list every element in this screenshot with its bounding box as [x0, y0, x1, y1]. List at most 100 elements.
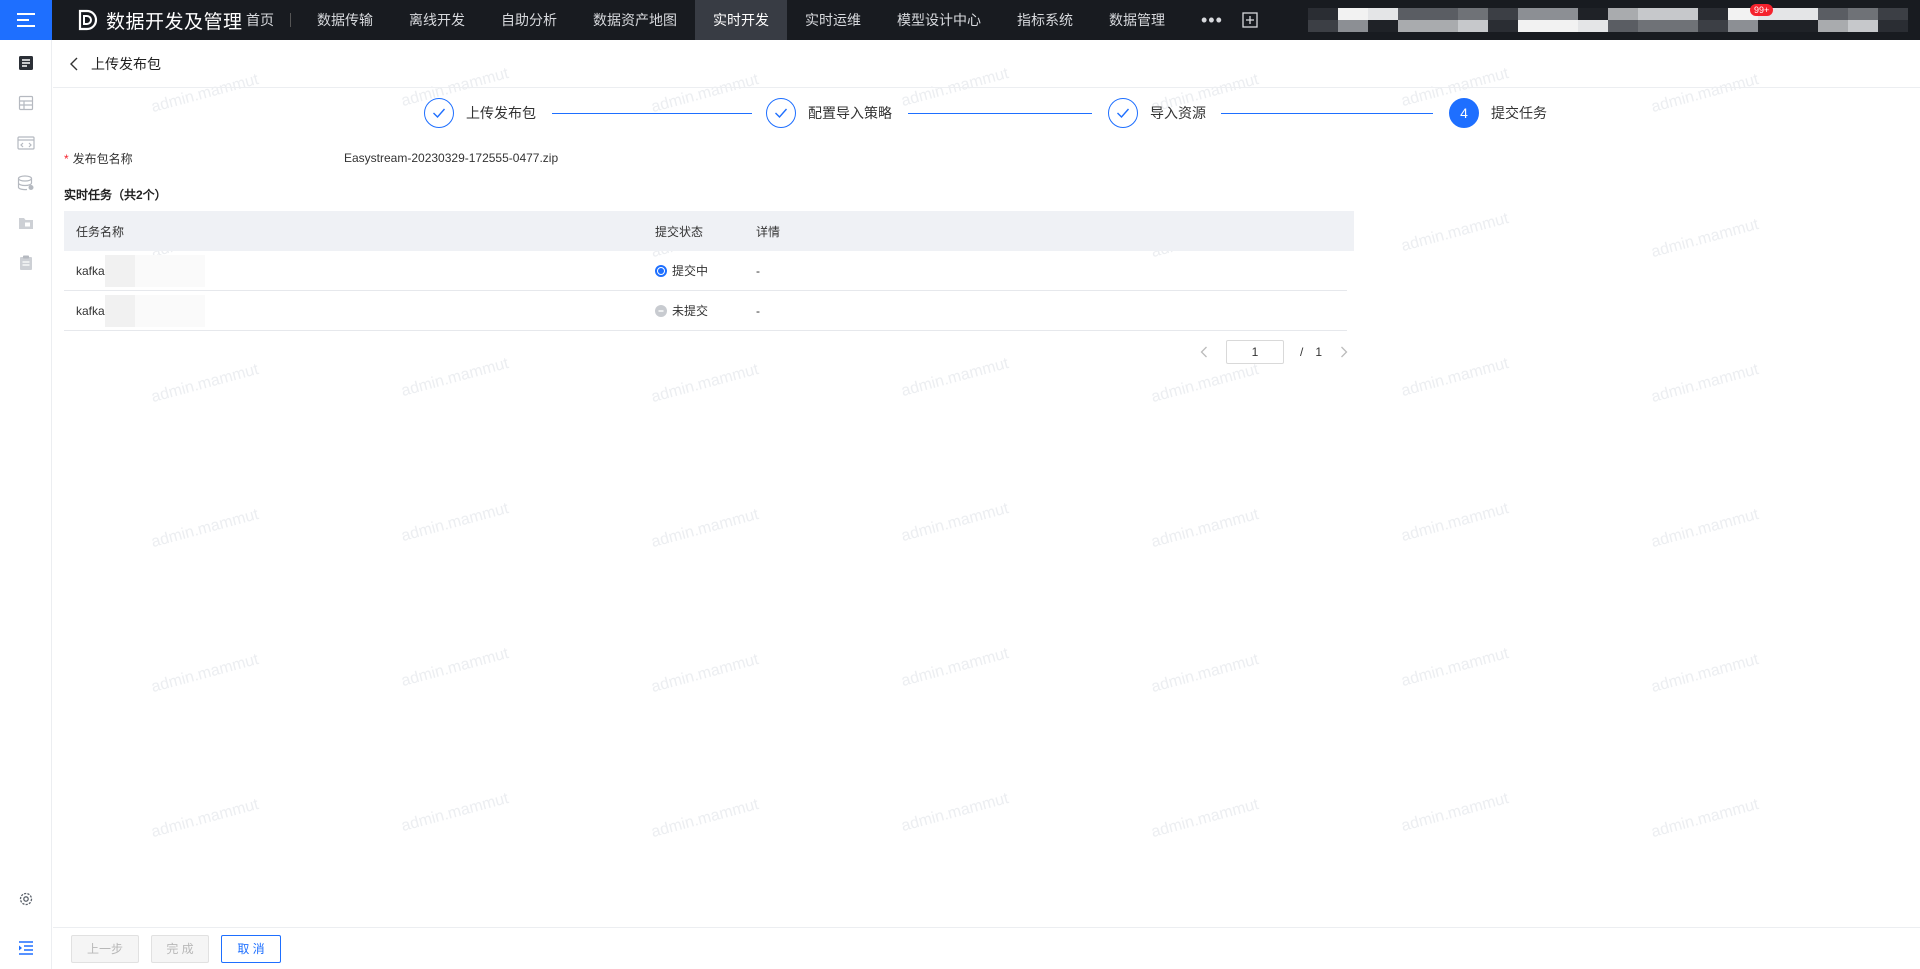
back-arrow-icon[interactable] [69, 56, 85, 72]
watermark-text: admin.mammut [149, 796, 261, 841]
watermark-text: admin.mammut [1149, 506, 1261, 551]
nav-item-offline-dev[interactable]: 离线开发 [391, 0, 483, 40]
app-title: 数据开发及管理 [106, 11, 243, 33]
folder-icon[interactable] [17, 214, 35, 232]
redacted-pixel [1428, 20, 1458, 32]
task-list-icon[interactable] [17, 54, 35, 72]
redacted-pixel [1428, 8, 1458, 20]
redacted-text [104, 294, 205, 327]
code-window-icon[interactable] [17, 134, 35, 152]
database-icon[interactable] [17, 174, 35, 192]
nav-item-data-transfer[interactable]: 数据传输 [299, 0, 391, 40]
redacted-pixel [1848, 20, 1878, 32]
redacted-pixel [1638, 20, 1668, 32]
watermark-text: admin.mammut [149, 361, 261, 406]
watermark-text: admin.mammut [899, 790, 1011, 835]
check-icon [424, 98, 454, 128]
finish-button[interactable]: 完 成 [151, 934, 209, 963]
detail-text: - [756, 263, 760, 278]
redacted-pixel [1878, 8, 1908, 20]
redacted-pixel [1338, 8, 1368, 20]
watermark-text: admin.mammut [1649, 651, 1761, 696]
required-mark: * [64, 151, 69, 166]
redacted-pixel [1698, 8, 1728, 20]
step-label: 上传发布包 [466, 105, 536, 121]
watermark-text: admin.mammut [1399, 210, 1511, 255]
expand-icon[interactable] [1241, 11, 1259, 29]
watermark-text: admin.mammut [399, 355, 511, 400]
step-label: 提交任务 [1491, 105, 1547, 121]
package-name-label: 发布包名称 [72, 152, 133, 166]
prev-step-button[interactable]: 上一步 [71, 934, 139, 963]
watermark-text: admin.mammut [649, 651, 761, 696]
redacted-pixel [1788, 8, 1818, 20]
detail-text: - [756, 303, 760, 318]
redacted-pixel [1668, 8, 1698, 20]
nav-item-home[interactable]: 首页 [232, 0, 286, 40]
watermark-text: admin.mammut [149, 651, 261, 696]
redacted-pixel [1848, 8, 1878, 20]
redacted-pixel [1548, 8, 1578, 20]
next-page-icon[interactable] [1336, 344, 1352, 360]
task-table: 任务名称 提交状态 详情 kafka 提交中 - kafka 未提交 - [64, 211, 1354, 331]
redacted-pixel [1638, 8, 1668, 20]
column-header-detail: 详情 [756, 224, 781, 239]
table-row[interactable]: kafka 提交中 - [64, 251, 1347, 291]
redacted-pixel [1458, 20, 1488, 32]
redacted-pixel [1608, 20, 1638, 32]
minus-circle-icon [655, 304, 667, 317]
app-logo[interactable]: 数据开发及管理 [76, 0, 243, 40]
redacted-pixel [1308, 20, 1338, 32]
task-name: kafka [76, 263, 105, 278]
nav-item-asset-map[interactable]: 数据资产地图 [575, 0, 695, 40]
table-row[interactable]: kafka 未提交 - [64, 291, 1347, 331]
watermark-text: admin.mammut [899, 500, 1011, 545]
nav-more-button[interactable]: ••• [1183, 0, 1239, 40]
page-total: 1 [1315, 345, 1323, 359]
redacted-text [104, 254, 205, 287]
redacted-pixel [1818, 20, 1848, 32]
redacted-pixel [1518, 20, 1548, 32]
collapse-menu-icon[interactable] [17, 939, 35, 957]
redacted-user-area [1308, 8, 1908, 32]
watermark-text: admin.mammut [1649, 506, 1761, 551]
watermark-text: admin.mammut [1149, 361, 1261, 406]
redacted-pixel [1308, 8, 1338, 20]
page-separator: / [1300, 345, 1304, 359]
watermark-text: admin.mammut [399, 500, 511, 545]
redacted-pixel [1488, 8, 1518, 20]
nav-item-model-design[interactable]: 模型设计中心 [879, 0, 999, 40]
redacted-pixel [1578, 8, 1608, 20]
nav-item-realtime-dev[interactable]: 实时开发 [695, 0, 787, 40]
notification-badge: 99+ [1750, 4, 1774, 16]
settings-gear-icon[interactable] [17, 890, 35, 908]
top-navigation-bar: 数据开发及管理 首页 数据传输 离线开发 自助分析 数据资产地图 实时开发 实时… [0, 0, 1920, 40]
nav-item-realtime-ops[interactable]: 实时运维 [787, 0, 879, 40]
table-icon[interactable] [17, 94, 35, 112]
prev-page-icon[interactable] [1196, 344, 1212, 360]
page-number-input[interactable] [1226, 340, 1284, 364]
clipboard-icon[interactable] [17, 254, 35, 272]
nav-divider [290, 13, 291, 27]
nav-item-self-analysis[interactable]: 自助分析 [483, 0, 575, 40]
watermark-text: admin.mammut [899, 645, 1011, 690]
watermark-text: admin.mammut [1649, 796, 1761, 841]
watermark-text: admin.mammut [649, 506, 761, 551]
step-upload: 上传发布包 [424, 98, 536, 128]
watermark-text: admin.mammut [1399, 355, 1511, 400]
menu-toggle-button[interactable] [0, 0, 52, 40]
watermark-text: admin.mammut [1649, 361, 1761, 406]
watermark-text: admin.mammut [1649, 216, 1761, 261]
step-connector [908, 113, 1092, 114]
logo-icon [78, 9, 98, 31]
cancel-button[interactable]: 取 消 [221, 934, 281, 963]
task-name: kafka [76, 303, 105, 318]
nav-item-metrics[interactable]: 指标系统 [999, 0, 1091, 40]
section-title: 实时任务（共2个） [64, 188, 167, 202]
redacted-pixel [1698, 20, 1728, 32]
redacted-pixel [1518, 8, 1548, 20]
nav-item-data-management[interactable]: 数据管理 [1091, 0, 1183, 40]
redacted-pixel [1398, 8, 1428, 20]
step-connector [552, 113, 752, 114]
status-text: 未提交 [672, 304, 709, 318]
